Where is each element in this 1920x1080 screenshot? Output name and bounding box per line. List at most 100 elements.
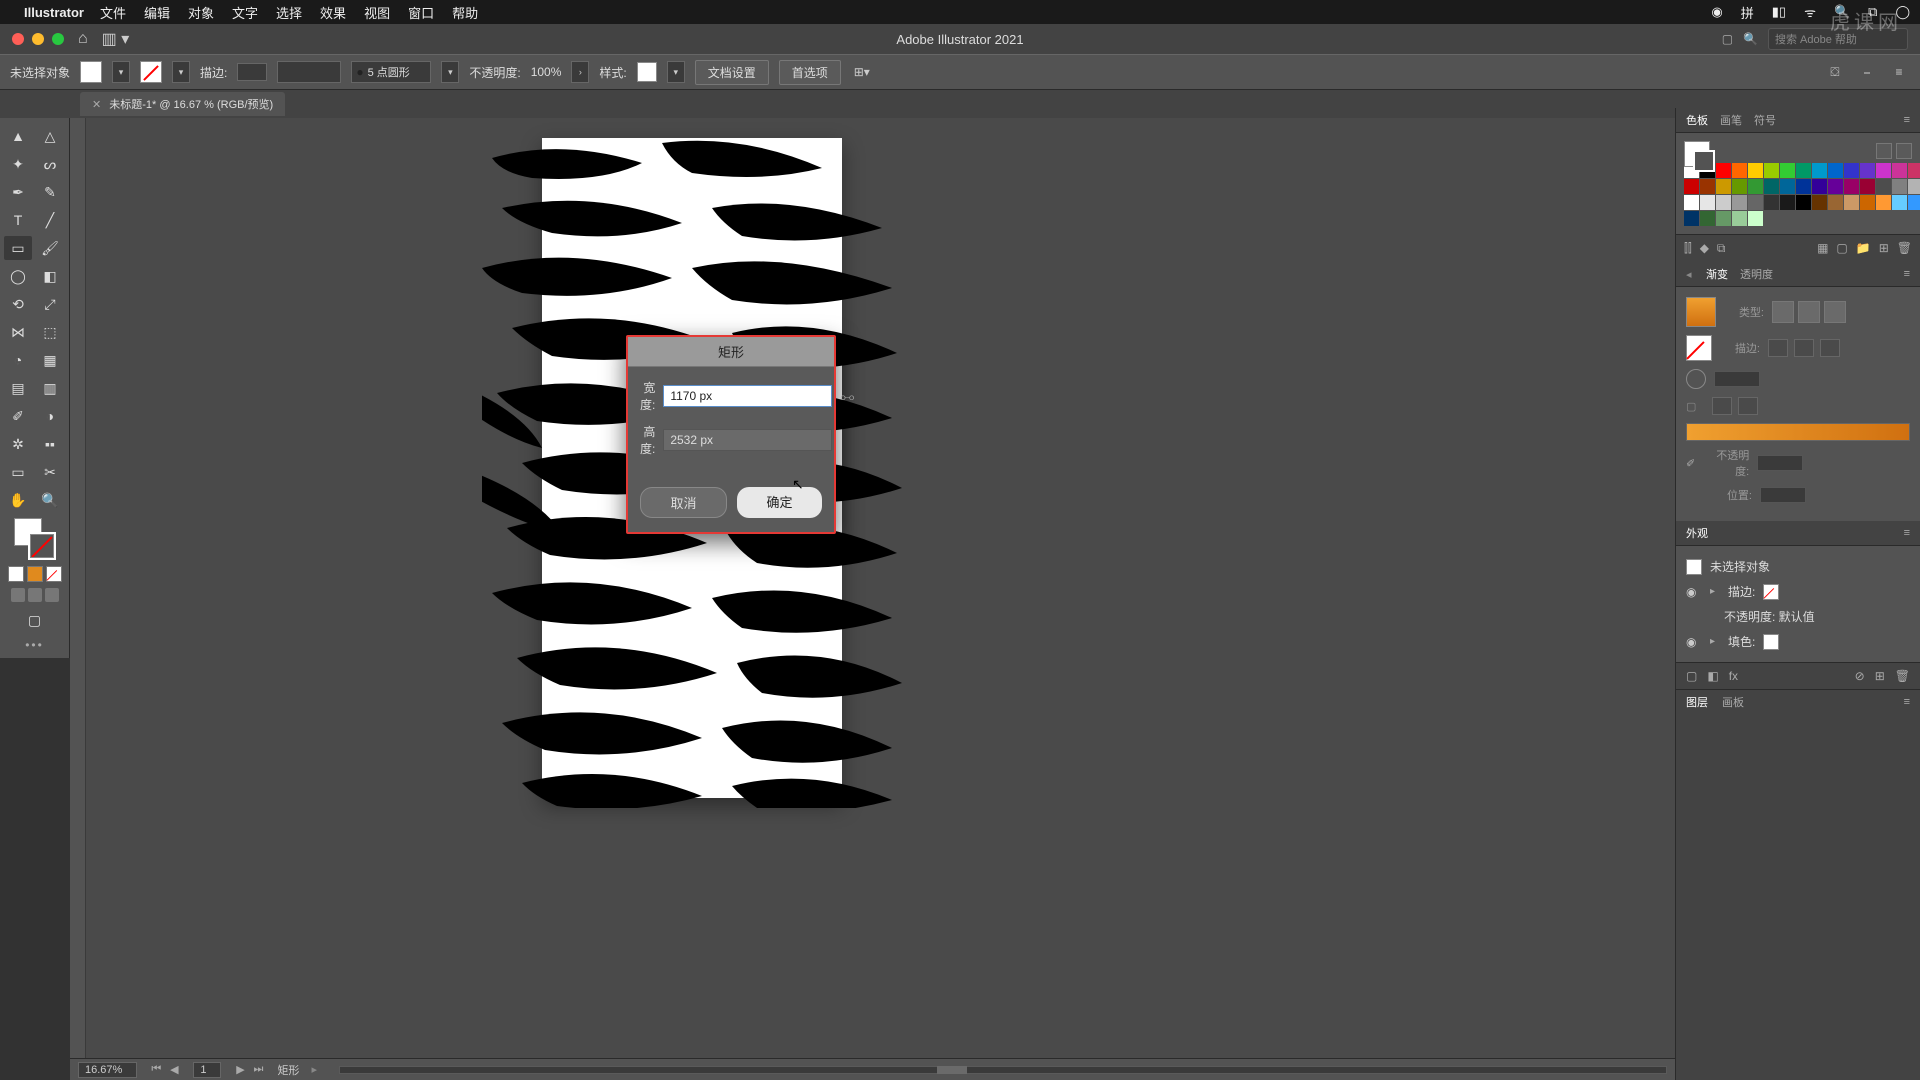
swatch-cell[interactable] (1812, 195, 1827, 210)
control-center-icon[interactable]: ⧉ (1868, 4, 1877, 20)
battery-icon[interactable]: ▮▯ (1772, 4, 1786, 20)
add-fill-icon[interactable]: ◧ (1707, 669, 1718, 683)
artboard-number[interactable]: 1 (193, 1062, 221, 1078)
menu-help[interactable]: 帮助 (452, 3, 478, 22)
stroke-align-1[interactable] (1768, 339, 1788, 357)
canvas[interactable] (70, 118, 1675, 1058)
appearance-stroke-label[interactable]: 描边: (1728, 583, 1755, 600)
horizontal-scrollbar[interactable] (339, 1066, 1667, 1074)
swatch-cell[interactable] (1700, 179, 1715, 194)
opacity-value[interactable]: 100% (531, 65, 562, 79)
panel-menu-icon[interactable]: ≡ (1904, 268, 1910, 280)
fill-swatch[interactable] (80, 61, 102, 83)
swatch-cell[interactable] (1780, 163, 1795, 178)
artboard-tool[interactable]: ▭ (4, 460, 32, 484)
swatch-cell[interactable] (1700, 211, 1715, 226)
aspect-2[interactable] (1738, 397, 1758, 415)
shaper-tool[interactable]: ◯ (4, 264, 32, 288)
slice-tool[interactable]: ✂ (36, 460, 64, 484)
visibility-icon[interactable]: ◉ (1686, 585, 1702, 599)
mesh-tool[interactable]: ▤ (4, 376, 32, 400)
help-search[interactable]: 搜索 Adobe 帮助 (1768, 28, 1908, 50)
stop-opacity-input[interactable] (1757, 455, 1803, 471)
swatch-cell[interactable] (1812, 179, 1827, 194)
radial-gradient[interactable] (1798, 301, 1820, 323)
swatch-cell[interactable] (1860, 179, 1875, 194)
rotate-tool[interactable]: ⟲ (4, 292, 32, 316)
gradient-fill-swatch[interactable] (1686, 297, 1716, 327)
swatch-cell[interactable] (1780, 195, 1795, 210)
menu-type[interactable]: 文字 (232, 3, 258, 22)
close-tab-icon[interactable]: ✕ (92, 98, 101, 111)
new-swatch-icon[interactable]: ▢ (1836, 241, 1847, 256)
swatch-cell[interactable] (1876, 163, 1891, 178)
lasso-tool[interactable]: ᔕ (36, 152, 64, 176)
gradient-stroke-swatch[interactable] (1686, 335, 1712, 361)
swatch-cell[interactable] (1716, 211, 1731, 226)
tab-appearance[interactable]: 外观 (1686, 525, 1708, 541)
chevron-right-icon[interactable]: ▸ (1710, 636, 1720, 647)
symbol-sprayer-tool[interactable]: ✲ (4, 432, 32, 456)
add-stroke-icon[interactable]: ▢ (1686, 669, 1697, 683)
swatch-cell[interactable] (1700, 195, 1715, 210)
new-color-group-icon[interactable]: ▦ (1817, 241, 1828, 256)
direct-selection-tool[interactable]: △ (36, 124, 64, 148)
height-input[interactable] (663, 429, 832, 451)
selection-tool[interactable]: ▲ (4, 124, 32, 148)
swatch-libraries-icon[interactable]: ⫿⫿ (1684, 241, 1692, 256)
swatch-cell[interactable] (1796, 195, 1811, 210)
close-window[interactable] (12, 33, 24, 45)
ok-button[interactable]: 确定 (737, 487, 822, 518)
panel-menu-icon[interactable]: ≡ (1904, 696, 1910, 708)
minimize-window[interactable] (32, 33, 44, 45)
fill-dropdown[interactable]: ▾ (112, 61, 130, 83)
swatch-list-view[interactable] (1876, 143, 1892, 159)
tab-artboards[interactable]: 画板 (1722, 694, 1744, 710)
swatch-cell[interactable] (1844, 179, 1859, 194)
paintbrush-tool[interactable]: 🖌 (36, 236, 64, 260)
eyedropper-icon[interactable]: ✐ (1686, 457, 1695, 470)
swatch-cell[interactable] (1796, 179, 1811, 194)
swatch-cell[interactable] (1748, 163, 1763, 178)
swatch-cell[interactable] (1764, 163, 1779, 178)
panel-menu-icon[interactable]: ≡ (1904, 114, 1910, 126)
swatch-cell[interactable] (1908, 163, 1920, 178)
swatch-cell[interactable] (1860, 195, 1875, 210)
search-icon[interactable]: 🔍 (1743, 32, 1758, 46)
document-tab[interactable]: ✕ 未标题-1* @ 16.67 % (RGB/预览) (80, 92, 285, 116)
swatch-cell[interactable] (1764, 179, 1779, 194)
swatch-cell[interactable] (1892, 163, 1907, 178)
swatch-cell[interactable] (1892, 179, 1907, 194)
curvature-tool[interactable]: ✎ (36, 180, 64, 204)
obs-icon[interactable]: ◉ (1711, 4, 1722, 20)
brush-dropdown[interactable]: ▾ (441, 61, 459, 83)
gradient-tool[interactable]: ▥ (36, 376, 64, 400)
swatch-cell[interactable] (1828, 163, 1843, 178)
swatch-cell[interactable] (1732, 163, 1747, 178)
chevron-right-icon[interactable]: ▸ (1710, 586, 1720, 597)
visibility-icon[interactable]: ◉ (1686, 635, 1702, 649)
draw-behind[interactable] (28, 588, 42, 602)
arrange-documents-icon[interactable]: ▥ ▾ (102, 29, 130, 49)
swatch-cell[interactable] (1748, 179, 1763, 194)
swatch-cell[interactable] (1684, 211, 1699, 226)
swatch-cell[interactable] (1796, 163, 1811, 178)
clear-icon[interactable]: ⊘ (1855, 669, 1865, 683)
app-name[interactable]: Illustrator (24, 5, 84, 20)
swatch-options-icon[interactable]: ⧉ (1717, 241, 1726, 256)
transform-icon[interactable]: ⛋ (1824, 61, 1846, 83)
none-mode[interactable] (46, 566, 62, 582)
search-icon[interactable]: 🔍 (1834, 4, 1850, 20)
draw-inside[interactable] (45, 588, 59, 602)
shape-builder-tool[interactable]: ◔ (4, 348, 32, 372)
ime-indicator[interactable]: 拼 (1741, 3, 1754, 22)
hand-tool[interactable]: ✋ (4, 488, 32, 512)
menu-file[interactable]: 文件 (100, 3, 126, 22)
perspective-tool[interactable]: ▦ (36, 348, 64, 372)
current-swatch[interactable] (1684, 141, 1710, 167)
new-folder-icon[interactable]: 📁 (1856, 241, 1871, 256)
stroke-align-3[interactable] (1820, 339, 1840, 357)
graphic-style-swatch[interactable] (637, 62, 657, 82)
add-effect-icon[interactable]: fx (1729, 669, 1738, 683)
swatch-cell[interactable] (1748, 195, 1763, 210)
